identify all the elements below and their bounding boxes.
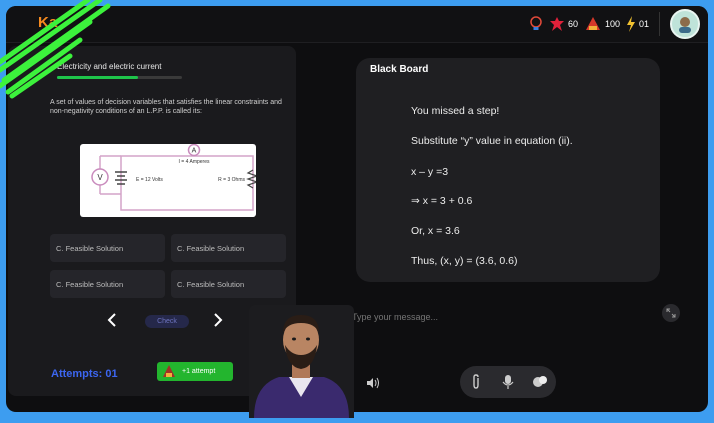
stats-bar: 60 100 01 — [529, 9, 700, 39]
option-4[interactable]: C. Feasible Solution — [171, 270, 286, 298]
current-label: I = 4 Amperes — [179, 159, 210, 165]
app-logo[interactable]: Ka — [38, 14, 57, 31]
user-avatar[interactable] — [670, 9, 700, 39]
ammeter-label: A — [192, 148, 197, 155]
blackboard-line-3: x – y =3 — [411, 166, 449, 178]
microphone-icon — [502, 375, 514, 389]
next-button[interactable] — [213, 313, 223, 330]
circuit-diagram: V A I = 4 Amperes E = 12 Volts R = 3 Ohm… — [80, 143, 259, 217]
lightbulb-stat[interactable] — [529, 16, 543, 32]
microphone-button[interactable] — [497, 371, 519, 393]
trophy-icon — [163, 365, 175, 377]
lightbulb-icon — [530, 16, 542, 30]
progress-bar — [57, 76, 182, 79]
top-bar: Ka 60 100 01 — [6, 6, 708, 43]
tutor-avatar — [249, 305, 354, 418]
option-1[interactable]: C. Feasible Solution — [50, 234, 165, 262]
tutor-illustration — [254, 315, 349, 418]
energy-stat[interactable]: 01 — [626, 16, 649, 32]
blackboard-line-2: Substitute “y” value in equation (ii). — [411, 135, 573, 147]
option-2[interactable]: C. Feasible Solution — [171, 234, 286, 262]
gems-count: 60 — [567, 19, 578, 29]
chevron-left-icon — [107, 313, 116, 327]
chat-controls — [460, 366, 556, 398]
emf-label: E = 12 Volts — [136, 177, 163, 183]
chevron-right-icon — [214, 313, 223, 327]
speaker-icon — [367, 377, 379, 389]
question-text: A set of values of decision variables th… — [50, 99, 282, 115]
expand-icon — [666, 308, 676, 318]
message-input[interactable] — [350, 304, 604, 330]
attempts-label: Attempts: 01 — [51, 368, 118, 380]
gems-stat[interactable]: 60 — [549, 16, 578, 32]
resistor-icon — [246, 169, 259, 189]
lightning-icon — [626, 16, 635, 32]
expand-button[interactable] — [662, 304, 680, 322]
resistance-label: R = 3 Ohms — [218, 177, 245, 183]
option-3[interactable]: C. Feasible Solution — [50, 270, 165, 298]
trophy-icon — [585, 17, 600, 30]
trophies-stat[interactable]: 100 — [584, 16, 620, 32]
blackboard-line-6: Thus, (x, y) = (3.6, 0.6) — [411, 255, 518, 267]
circuit-svg: V A I = 4 Amperes E = 12 Volts R = 3 Ohm… — [91, 143, 259, 211]
add-attempt-label: +1 attempt — [182, 368, 216, 375]
topic-title: Electricity and electric current — [57, 62, 162, 71]
speaker-button[interactable] — [366, 377, 380, 392]
trophies-count: 100 — [604, 19, 620, 29]
blackboard-line-5: Or, x = 3.6 — [411, 225, 460, 237]
previous-button[interactable] — [107, 313, 117, 330]
divider — [659, 12, 660, 36]
add-attempt-button[interactable]: +1 attempt — [157, 362, 233, 381]
check-button[interactable]: Check — [145, 315, 189, 328]
blackboard — [356, 58, 660, 282]
avatar-icon — [679, 17, 691, 33]
paperclip-icon — [473, 374, 479, 389]
chat-bubble-button[interactable] — [529, 371, 551, 393]
blackboard-line-4: ⇒ x = 3 + 0.6 — [411, 195, 473, 207]
voltmeter-label: V — [97, 173, 103, 182]
gem-icon — [549, 17, 564, 31]
chat-bubble-icon — [533, 376, 547, 387]
progress-fill — [57, 76, 139, 79]
blackboard-line-1: You missed a step! — [411, 105, 500, 117]
energy-count: 01 — [638, 19, 649, 29]
attach-button[interactable] — [465, 371, 487, 393]
blackboard-title: Black Board — [370, 64, 429, 75]
